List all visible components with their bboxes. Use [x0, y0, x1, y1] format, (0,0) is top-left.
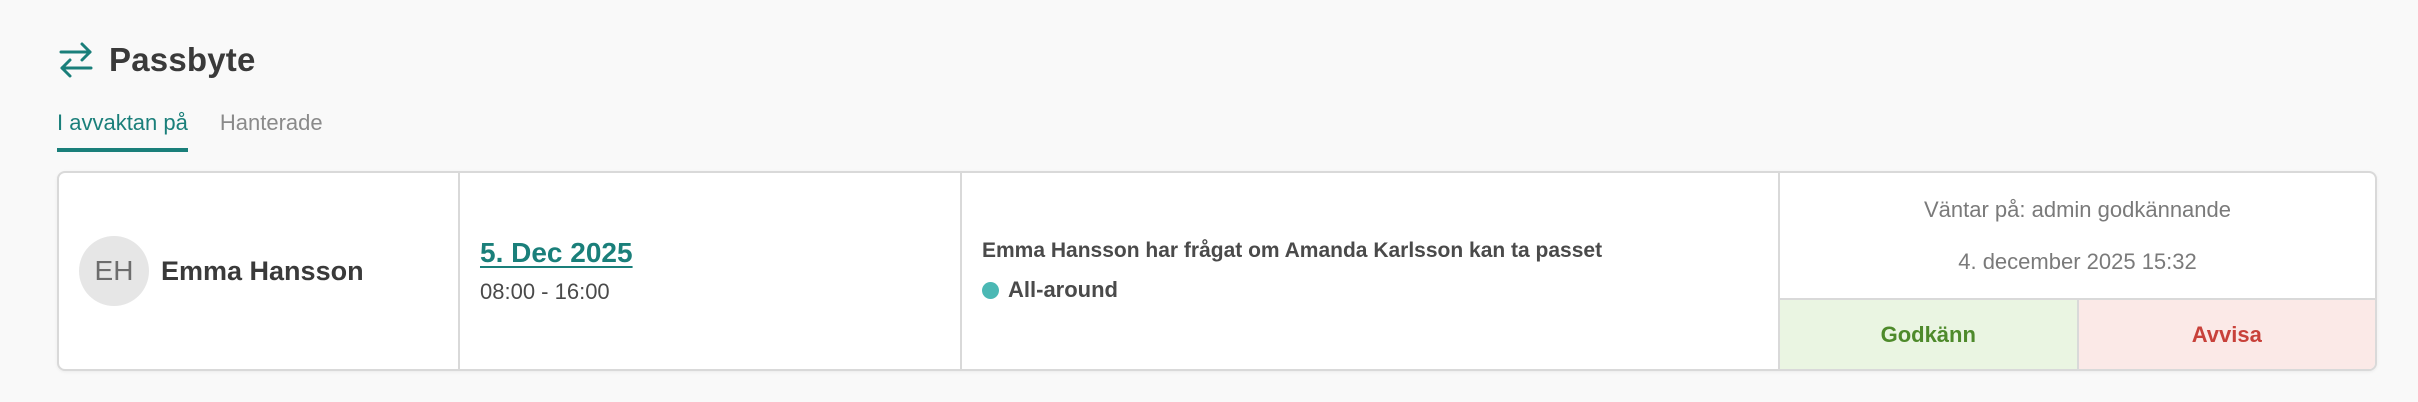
status-timestamp: 4. december 2025 15:32: [1958, 248, 2197, 274]
status-waiting-text: Väntar på: admin godkännande: [1923, 196, 2231, 222]
tab-bar: I avvaktan på Hanterade: [57, 106, 355, 152]
status-cell: Väntar på: admin godkännande 4. december…: [1780, 173, 2375, 369]
page-header: Passbyte: [57, 38, 256, 82]
requester-name: Emma Hansson: [161, 255, 364, 286]
role-tag: All-around: [982, 277, 1778, 303]
role-label: All-around: [1008, 277, 1118, 302]
requester-cell: EH Emma Hansson: [59, 173, 460, 369]
avatar: EH: [79, 236, 149, 306]
shift-cell: 5. Dec 2025 08:00 - 16:00: [460, 173, 962, 369]
role-color-dot-icon: [982, 281, 999, 299]
page-title: Passbyte: [109, 41, 256, 78]
shift-swap-request-card: EH Emma Hansson 5. Dec 2025 08:00 - 16:0…: [57, 171, 2377, 371]
approve-button[interactable]: Godkänn: [1780, 300, 2079, 369]
shift-time-range: 08:00 - 16:00: [480, 279, 610, 304]
description-cell: Emma Hansson har frågat om Amanda Karlss…: [962, 173, 1780, 369]
action-buttons: Godkänn Avvisa: [1780, 300, 2375, 369]
status-info: Väntar på: admin godkännande 4. december…: [1780, 173, 2375, 300]
tab-pending[interactable]: I avvaktan på: [57, 106, 188, 152]
request-description: Emma Hansson har frågat om Amanda Karlss…: [982, 239, 1603, 262]
tab-handled[interactable]: Hanterade: [220, 106, 323, 148]
swap-arrows-icon: [57, 41, 95, 79]
page: Passbyte I avvaktan på Hanterade EH Emma…: [0, 0, 2418, 402]
shift-date-link[interactable]: 5. Dec 2025: [480, 237, 960, 269]
reject-button[interactable]: Avvisa: [2078, 300, 2375, 369]
